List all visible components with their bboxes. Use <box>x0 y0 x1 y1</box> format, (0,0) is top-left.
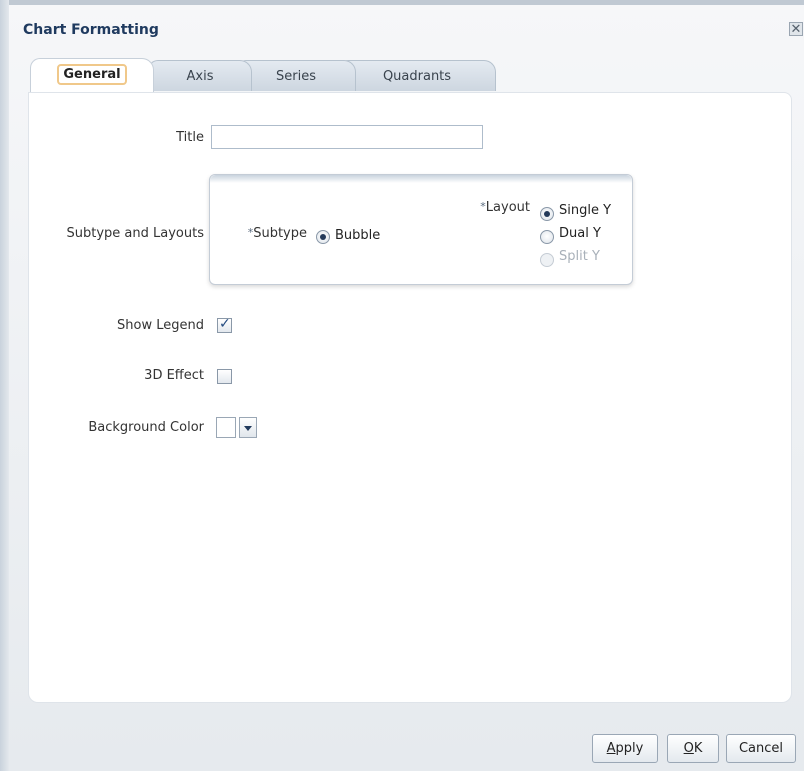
show-legend-checkbox[interactable] <box>217 316 232 333</box>
ok-label-rest: K <box>693 741 703 756</box>
subtype-label: *Subtype <box>225 226 307 241</box>
tab-series[interactable]: Series <box>236 60 356 91</box>
dialog-title: Chart Formatting <box>23 22 159 38</box>
tab-label: Quadrants <box>382 69 452 84</box>
tab-label: General <box>57 64 127 85</box>
layout-label-text: Layout <box>485 200 530 215</box>
effect-3d-checkbox[interactable] <box>217 369 232 384</box>
tab-quadrants[interactable]: Quadrants <box>338 60 496 91</box>
tab-label: Series <box>276 69 316 84</box>
subtype-bubble-label: Bubble <box>335 228 381 243</box>
close-icon[interactable]: ✕ <box>789 22 803 36</box>
tab-bar: Quadrants Series Axis General <box>28 58 788 92</box>
tab-axis[interactable]: Axis <box>148 60 252 91</box>
background-color-swatch[interactable] <box>216 417 236 438</box>
apply-label-rest: pply <box>615 741 644 756</box>
background-color-label: Background Color <box>88 420 204 435</box>
dialog-left-edge <box>0 0 9 771</box>
chevron-down-icon[interactable] <box>239 417 257 438</box>
group-header-gradient <box>210 175 632 183</box>
layout-dual-y-radio[interactable] <box>540 230 554 244</box>
subtype-label-text: Subtype <box>253 226 307 241</box>
layout-single-y-radio[interactable] <box>540 207 554 221</box>
effect-3d-label: 3D Effect <box>144 368 204 383</box>
cancel-button[interactable]: Cancel <box>726 734 796 763</box>
show-legend-label: Show Legend <box>117 318 204 333</box>
ok-mnemonic: O <box>683 741 694 756</box>
title-label: Title <box>176 130 204 145</box>
title-input[interactable] <box>211 125 483 149</box>
layout-label: *Layout <box>450 200 530 215</box>
subtype-layouts-label: Subtype and Layouts <box>66 226 204 241</box>
apply-button[interactable]: Apply <box>592 734 658 763</box>
layout-single-y-label: Single Y <box>559 203 612 218</box>
apply-mnemonic: A <box>606 741 616 756</box>
chart-formatting-dialog: Chart Formatting ✕ Quadrants Series Axis… <box>0 0 804 771</box>
layout-dual-y-label: Dual Y <box>559 226 601 241</box>
ok-button[interactable]: OK <box>667 734 719 763</box>
layout-split-y-radio <box>540 253 554 267</box>
tab-general[interactable]: General <box>30 58 154 92</box>
layout-split-y-label: Split Y <box>559 249 600 264</box>
subtype-bubble-radio[interactable] <box>316 230 330 244</box>
tab-label: Axis <box>186 69 214 84</box>
dialog-top-edge <box>0 0 804 5</box>
